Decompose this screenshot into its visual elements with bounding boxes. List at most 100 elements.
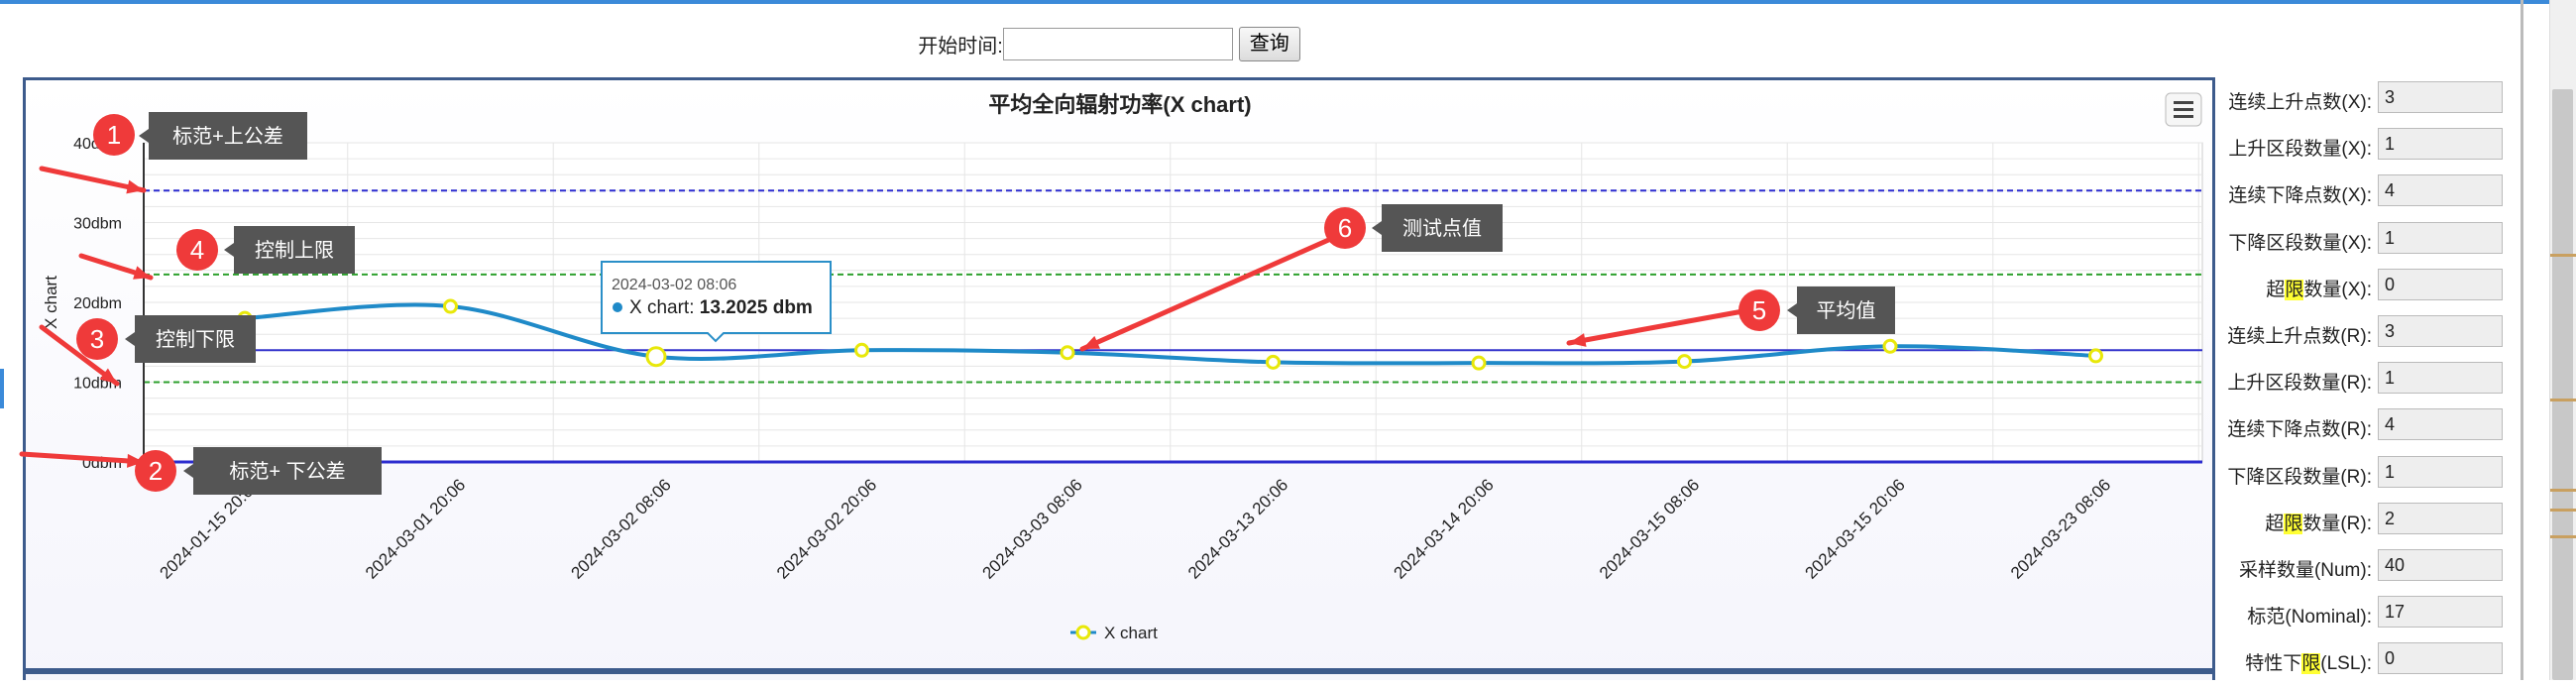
stat-row: 连续上升点数(R): 3 — [2224, 313, 2507, 360]
stat-label: 特性下限(LSL): — [2245, 648, 2372, 675]
stat-label-text: 连续下降点数(X): — [2228, 185, 2372, 207]
x-tick-label: 2024-03-14 20:06 — [1390, 475, 1497, 582]
stat-label: 连续上升点数(X): — [2228, 87, 2372, 114]
tooltip: 2024-03-02 08:06 X chart: 13.2025 dbm — [601, 261, 832, 343]
x-tick-label: 2024-03-15 08:06 — [1596, 475, 1703, 582]
stat-value-field[interactable]: 4 — [2378, 408, 2503, 441]
annotation-text: 控制下限 — [156, 328, 235, 351]
stat-value-field[interactable]: 1 — [2378, 362, 2503, 395]
annotation-number: 6 — [1338, 213, 1352, 243]
stat-label-text: 数量(X): — [2303, 279, 2372, 300]
annotation-text: 标范+ 下公差 — [229, 460, 345, 483]
stat-label-highlight: 限 — [2301, 653, 2321, 675]
stat-value-field[interactable]: 1 — [2378, 128, 2503, 161]
stat-label: 上升区段数量(R): — [2227, 368, 2372, 395]
x-axis-ticks: 2024-01-15 20:06 2024-03-01 20:06 2024-03-… — [156, 475, 2114, 582]
stat-label-text: 下降区段数量(X): — [2228, 232, 2372, 254]
panel-divider — [2520, 0, 2523, 680]
x-tick-label: 2024-03-23 08:06 — [2007, 475, 2114, 582]
svg-text:X chart: 13.2025 dbm: X chart: 13.2025 dbm — [629, 297, 813, 318]
annotation-number: 4 — [190, 235, 204, 265]
y-tick-label: 20dbm — [73, 295, 122, 312]
stat-label-text: 上升区段数量(X): — [2228, 139, 2372, 161]
stat-row: 连续下降点数(X): 4 — [2224, 172, 2507, 219]
scrollbar-thumb[interactable] — [2552, 89, 2573, 680]
y-tick-label: 30dbm — [73, 216, 122, 233]
stat-label: 下降区段数量(R): — [2227, 462, 2372, 489]
data-point[interactable] — [854, 342, 869, 358]
stat-value-field[interactable]: 1 — [2378, 221, 2503, 254]
scroll-marker — [2550, 399, 2576, 401]
annotation-text: 测试点值 — [1402, 217, 1482, 240]
x-chart: 0dbm10dbm20dbm30dbm40dbm 2024-01-15 20:0… — [19, 92, 2203, 642]
annotation-text: 控制上限 — [255, 239, 334, 262]
data-point[interactable] — [443, 298, 458, 314]
data-point[interactable] — [1266, 354, 1281, 370]
stat-label: 超限数量(R): — [2265, 509, 2372, 535]
data-point[interactable] — [2088, 348, 2103, 364]
vertical-scrollbar[interactable] — [2549, 0, 2576, 680]
annotation-text: 平均值 — [1817, 299, 1876, 322]
stat-label-highlight: 限 — [2284, 513, 2303, 534]
stat-row: 上升区段数量(X): 1 — [2224, 126, 2507, 172]
stat-row: 超限数量(R): 2 — [2224, 501, 2507, 547]
stat-label-text: 连续下降点数(R): — [2227, 419, 2372, 441]
tooltip-series: X chart: — [629, 297, 700, 318]
tooltip-series-dot — [613, 302, 622, 312]
stat-row: 标范(Nominal): 17 — [2224, 594, 2507, 640]
menu-icon — [2174, 101, 2193, 104]
stat-label: 连续上升点数(R): — [2227, 321, 2372, 348]
stat-label: 连续下降点数(R): — [2227, 414, 2372, 441]
scroll-marker — [2550, 489, 2576, 492]
menu-button[interactable] — [2165, 92, 2202, 127]
stat-value-field[interactable]: 2 — [2378, 502, 2503, 534]
legend-marker — [1075, 625, 1091, 640]
stat-label-text: 超 — [2266, 279, 2286, 300]
scroll-marker — [2550, 254, 2576, 257]
data-point[interactable] — [1882, 338, 1898, 354]
x-tick-label: 2024-03-15 20:06 — [1801, 475, 1908, 582]
data-point[interactable] — [645, 346, 667, 368]
y-axis-label: X chart — [42, 276, 60, 329]
stat-label-text: 连续上升点数(X): — [2228, 92, 2372, 113]
chart-title: 平均全向辐射功率(X chart) — [988, 92, 1251, 117]
x-tick-label: 2024-03-02 08:06 — [567, 475, 674, 582]
stat-row: 连续下降点数(R): 4 — [2224, 406, 2507, 453]
tooltip-value: 13.2025 dbm — [700, 297, 813, 318]
stat-label-text: 下降区段数量(R): — [2227, 466, 2372, 488]
stat-value-field[interactable]: 3 — [2378, 81, 2503, 113]
legend[interactable]: X chart — [1070, 624, 1158, 642]
stat-label-text: (LSL): — [2320, 653, 2372, 675]
stat-row: 连续上升点数(X): 3 — [2224, 79, 2507, 126]
annotation-text: 标范+上公差 — [172, 125, 283, 148]
stat-label: 上升区段数量(X): — [2228, 134, 2372, 161]
stat-value-field[interactable]: 1 — [2378, 455, 2503, 488]
stat-row: 超限数量(X): 0 — [2224, 267, 2507, 313]
stat-value-field[interactable]: 17 — [2378, 596, 2503, 629]
stat-value-field[interactable]: 4 — [2378, 174, 2503, 207]
stat-label: 连续下降点数(X): — [2228, 180, 2372, 207]
stat-label-text: 数量(R): — [2302, 513, 2372, 534]
stat-label-text: 标范(Nominal): — [2247, 607, 2372, 629]
x-tick-label: 2024-03-03 08:06 — [978, 475, 1085, 582]
stat-value-field[interactable]: 40 — [2378, 548, 2503, 581]
stat-row: 上升区段数量(R): 1 — [2224, 360, 2507, 406]
stat-label-text: 上升区段数量(R): — [2227, 373, 2372, 395]
data-point[interactable] — [1677, 354, 1692, 370]
stat-label: 超限数量(X): — [2266, 275, 2372, 301]
stat-label: 标范(Nominal): — [2247, 602, 2372, 629]
statistics-panel: 连续上升点数(X): 3 上升区段数量(X): 1 连续下降点数(X): 4 下降区段数量(… — [2224, 79, 2507, 687]
stat-label: 下降区段数量(X): — [2228, 228, 2372, 255]
stat-value-field[interactable]: 0 — [2378, 268, 2503, 300]
annotation-number: 1 — [107, 120, 121, 150]
x-tick-label: 2024-03-13 20:06 — [1184, 475, 1291, 582]
stat-row: 下降区段数量(R): 1 — [2224, 454, 2507, 501]
annotation-number: 5 — [1752, 295, 1766, 325]
data-point[interactable] — [1471, 355, 1487, 371]
stat-value-field[interactable]: 0 — [2378, 642, 2503, 675]
stat-label: 采样数量(Num): — [2239, 555, 2372, 582]
stat-value-field[interactable]: 3 — [2378, 314, 2503, 347]
data-point[interactable] — [1060, 345, 1075, 361]
stat-label-highlight: 限 — [2285, 279, 2304, 300]
stat-label-text: 连续上升点数(R): — [2227, 325, 2372, 347]
